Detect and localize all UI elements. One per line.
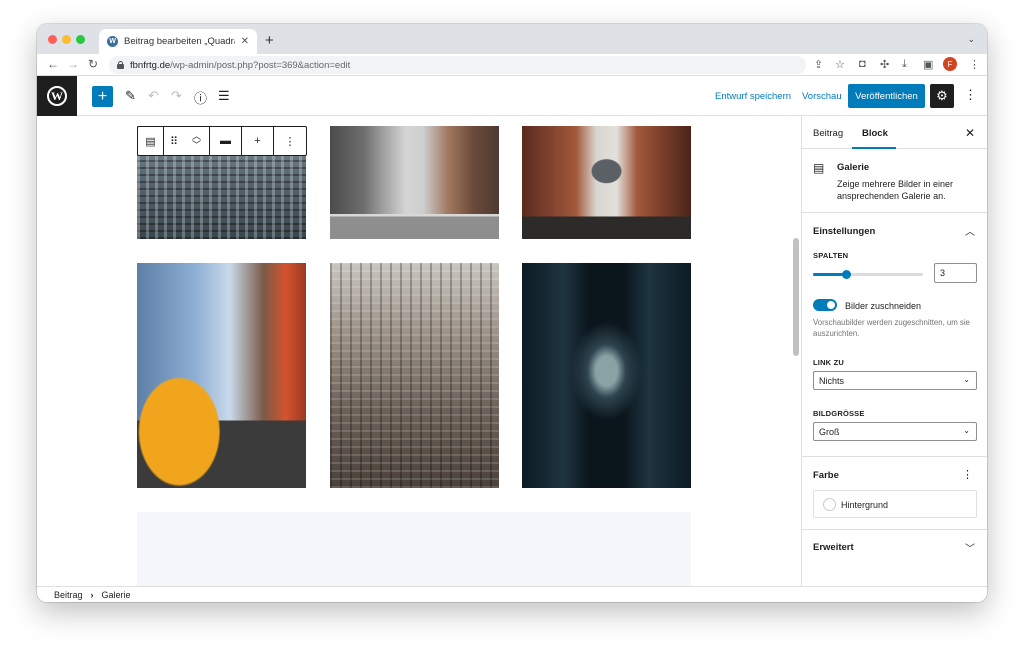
- gallery-image[interactable]: [522, 263, 691, 488]
- close-sidebar-icon[interactable]: ✕: [965, 126, 975, 140]
- block-description: Zeige mehrere Bilder in einer ansprechen…: [837, 179, 954, 201]
- edit-pencil-icon[interactable]: ✎: [125, 88, 136, 104]
- sidebar-tabs: Beitrag Block ✕: [802, 116, 987, 149]
- link-to-select[interactable]: Nichts ⌄: [813, 371, 977, 390]
- add-image-icon[interactable]: +: [242, 127, 274, 155]
- gallery-image[interactable]: [330, 263, 499, 488]
- list-view-icon[interactable]: ☰: [218, 88, 230, 104]
- browser-window: W Beitrag bearbeiten „Quadratisc ✕ + ⌄ ←…: [37, 24, 987, 602]
- wordpress-logo-button[interactable]: W: [37, 76, 77, 116]
- share-icon[interactable]: ⇪: [814, 58, 823, 71]
- browser-menu-icon[interactable]: ⋮: [969, 58, 980, 71]
- lock-icon: [117, 61, 124, 69]
- gallery-block-type-icon[interactable]: ▤: [138, 127, 164, 155]
- bookmark-star-icon[interactable]: ☆: [835, 58, 845, 71]
- link-to-value: Nichts: [819, 375, 845, 386]
- wordpress-favicon-icon: W: [107, 36, 118, 47]
- chevron-down-icon: ⌄: [963, 375, 970, 384]
- browser-toolbar: ← → ↻ fbnfrtg.de/wp-admin/post.php?post=…: [37, 54, 987, 76]
- redo-icon[interactable]: ↷: [171, 88, 182, 104]
- zoom-window-button[interactable]: [76, 35, 85, 44]
- columns-number-input[interactable]: 3: [934, 263, 977, 283]
- link-to-label: LINK ZU: [813, 358, 844, 367]
- crop-images-help: Vorschaubilder werden zugeschnitten, um …: [813, 318, 970, 338]
- download-icon[interactable]: ⤓: [902, 58, 907, 71]
- chevron-down-icon: ⌄: [963, 426, 970, 435]
- reload-icon[interactable]: ↻: [88, 57, 98, 71]
- image-size-label: BILDGRÖSSE: [813, 409, 865, 418]
- profile-avatar[interactable]: F: [943, 57, 957, 71]
- browser-tab[interactable]: W Beitrag bearbeiten „Quadratisc ✕: [99, 29, 257, 54]
- wordpress-logo-icon: W: [47, 86, 67, 106]
- toggle-knob: [827, 301, 835, 309]
- gallery-image[interactable]: [330, 126, 499, 239]
- url-host: fbnfrtg.de: [130, 59, 171, 71]
- breadcrumb-root[interactable]: Beitrag: [54, 590, 83, 600]
- collapse-chevron-up-icon[interactable]: ︿: [965, 223, 975, 238]
- breadcrumb: Beitrag › Galerie: [37, 586, 987, 602]
- add-block-button[interactable]: +: [92, 86, 113, 107]
- crop-images-label: Bilder zuschneiden: [845, 301, 922, 311]
- tab-search-chevron-icon[interactable]: ⌄: [967, 34, 975, 45]
- block-toolbar: ▤ ⠿ ︿ ﹀ ▬ + ⋮: [137, 126, 307, 156]
- advanced-panel[interactable]: Erweitert ﹀: [802, 530, 987, 566]
- columns-label: SPALTEN: [813, 251, 849, 260]
- image-size-select[interactable]: Groß ⌄: [813, 422, 977, 441]
- settings-sidebar: Beitrag Block ✕ ▤ Galerie Zeige mehrere …: [801, 116, 987, 586]
- preview-button[interactable]: Vorschau: [802, 91, 842, 102]
- gallery-image[interactable]: [522, 126, 691, 239]
- color-heading[interactable]: Farbe: [813, 470, 839, 481]
- next-block-placeholder[interactable]: [137, 512, 691, 586]
- tab-post[interactable]: Beitrag: [813, 128, 843, 139]
- more-options-icon[interactable]: ⋮: [964, 87, 977, 103]
- address-bar[interactable]: fbnfrtg.de/wp-admin/post.php?post=369&ac…: [109, 56, 806, 74]
- settings-gear-icon[interactable]: ⚙: [930, 84, 954, 108]
- drag-handle-icon[interactable]: ⠿: [164, 127, 184, 155]
- side-panel-icon[interactable]: ▣: [923, 58, 933, 71]
- block-card: ▤ Galerie Zeige mehrere Bilder in einer …: [802, 149, 987, 213]
- extensions-puzzle-icon[interactable]: ✣: [880, 58, 889, 71]
- minimize-window-button[interactable]: [62, 35, 71, 44]
- breadcrumb-current[interactable]: Galerie: [102, 590, 131, 600]
- publish-button[interactable]: Veröffentlichen: [848, 84, 925, 108]
- move-up-down-icon[interactable]: ︿ ﹀: [184, 127, 210, 155]
- advanced-heading[interactable]: Erweitert: [813, 542, 854, 553]
- align-icon[interactable]: ▬: [210, 127, 242, 155]
- color-panel: Farbe ⋮ Hintergrund: [802, 457, 987, 530]
- undo-icon[interactable]: ↶: [148, 88, 159, 104]
- crop-images-toggle[interactable]: [813, 299, 837, 311]
- expand-chevron-down-icon[interactable]: ﹀: [965, 540, 975, 555]
- back-arrow-icon[interactable]: ←: [47, 57, 59, 71]
- block-title: Galerie: [837, 162, 870, 173]
- gallery-block-icon: ▤: [813, 161, 825, 175]
- editor-header: W + ✎ ↶ ↷ ⓘ ☰ Entwurf speichern Vorschau…: [37, 76, 987, 116]
- columns-slider-track[interactable]: [813, 270, 923, 279]
- breadcrumb-separator-icon: ›: [90, 589, 94, 600]
- columns-slider-thumb[interactable]: [842, 270, 851, 279]
- camera-icon[interactable]: ◘: [859, 58, 866, 70]
- background-label: Hintergrund: [841, 500, 889, 510]
- settings-heading[interactable]: Einstellungen: [813, 226, 875, 237]
- settings-panel: Einstellungen ︿ SPALTEN 3 Bilder zuschne…: [802, 213, 987, 457]
- details-info-icon[interactable]: ⓘ: [194, 88, 207, 107]
- forward-arrow-icon[interactable]: →: [67, 57, 79, 71]
- close-window-button[interactable]: [48, 35, 57, 44]
- color-swatch-icon: [823, 498, 836, 511]
- image-size-value: Groß: [819, 426, 840, 437]
- editor-canvas: ▤ ⠿ ︿ ﹀ ▬ + ⋮: [37, 116, 801, 586]
- tab-title: Beitrag bearbeiten „Quadratisc: [124, 36, 235, 47]
- block-options-icon[interactable]: ⋮: [274, 127, 306, 155]
- tab-strip: W Beitrag bearbeiten „Quadratisc ✕ + ⌄: [37, 24, 987, 54]
- gallery-image[interactable]: [137, 263, 306, 488]
- url-path: /wp-admin/post.php?post=369&action=edit: [170, 59, 351, 71]
- tab-block[interactable]: Block: [862, 128, 888, 139]
- background-color-button[interactable]: Hintergrund: [813, 490, 977, 518]
- color-options-icon[interactable]: ⋮: [962, 468, 973, 481]
- save-draft-button[interactable]: Entwurf speichern: [715, 91, 791, 102]
- close-tab-icon[interactable]: ✕: [241, 36, 249, 47]
- new-tab-button[interactable]: +: [265, 32, 274, 49]
- canvas-scrollbar[interactable]: [793, 238, 799, 356]
